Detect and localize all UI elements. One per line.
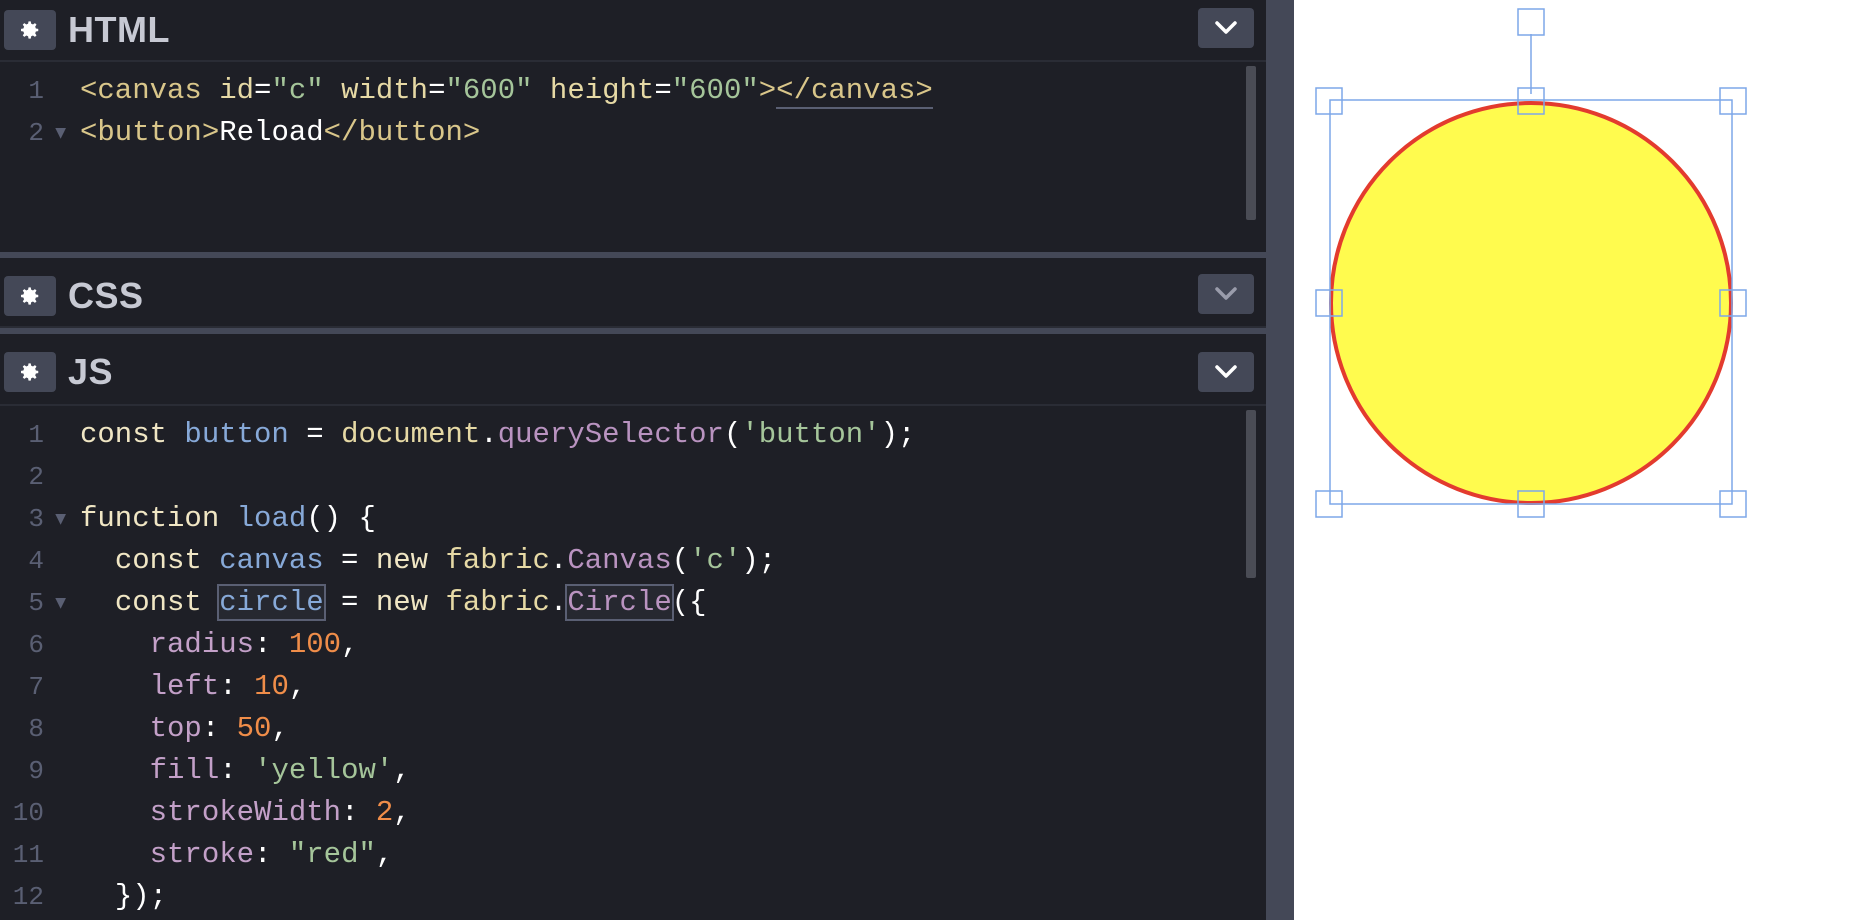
js-panel: JS 1 2 3 ▼ 4 5 ▼ 6 7 8 9 10 11 12 const bu… xyxy=(0,340,1266,920)
css-settings-button[interactable] xyxy=(4,276,56,316)
css-panel: CSS xyxy=(0,262,1266,328)
editor-area: HTML 1 2 ▼ <canvas id="c" width="600" hei… xyxy=(0,0,1266,920)
line-number: 9 xyxy=(28,756,44,786)
js-collapse-button[interactable] xyxy=(1198,352,1254,392)
line-number: 6 xyxy=(28,630,44,660)
panel-divider[interactable] xyxy=(0,252,1266,258)
html-panel: HTML 1 2 ▼ <canvas id="c" width="600" hei… xyxy=(0,0,1266,252)
line-number: 2 ▼ xyxy=(0,112,78,154)
rotation-handle[interactable] xyxy=(1517,8,1545,36)
line-number: 1 xyxy=(28,420,44,450)
gear-icon xyxy=(21,287,39,305)
line-number: 10 xyxy=(12,798,44,828)
line-number: 12 xyxy=(12,882,44,912)
css-collapse-button[interactable] xyxy=(1198,274,1254,314)
resize-handle-tr[interactable] xyxy=(1719,87,1747,115)
fold-arrow-icon[interactable]: ▼ xyxy=(55,498,66,540)
css-panel-title: CSS xyxy=(68,275,144,316)
chevron-down-icon xyxy=(1215,287,1237,300)
preview-pane xyxy=(1294,0,1874,920)
code-line: const canvas = new fabric.Canvas('c'); xyxy=(114,544,777,577)
highlighted-match: circle xyxy=(217,584,326,621)
js-panel-header: JS xyxy=(0,340,1266,406)
fold-arrow-icon[interactable]: ▼ xyxy=(55,112,66,154)
line-number: 8 xyxy=(28,714,44,744)
code-line: <button>Reload</button> xyxy=(80,116,481,149)
line-number: 1 xyxy=(28,76,44,106)
chevron-down-icon xyxy=(1215,365,1237,378)
code-lines: const button = document.querySelector('b… xyxy=(80,414,1236,918)
code-lines: <canvas id="c" width="600" height="600">… xyxy=(80,70,1236,154)
html-settings-button[interactable] xyxy=(4,10,56,50)
html-scrollbar[interactable] xyxy=(1246,66,1256,220)
highlighted-match: Circle xyxy=(565,584,674,621)
code-line: stroke: "red", xyxy=(149,838,394,871)
code-line: }); xyxy=(114,880,168,913)
line-gutter: 1 2 ▼ xyxy=(0,70,78,154)
js-code-editor[interactable]: 1 2 3 ▼ 4 5 ▼ 6 7 8 9 10 11 12 const butto… xyxy=(0,406,1266,920)
panel-divider[interactable] xyxy=(0,328,1266,334)
js-panel-title: JS xyxy=(68,351,114,392)
html-panel-title: HTML xyxy=(68,9,170,50)
html-panel-header: HTML xyxy=(0,0,1266,62)
fold-arrow-icon[interactable]: ▼ xyxy=(55,582,66,624)
js-settings-button[interactable] xyxy=(4,352,56,392)
code-line: left: 10, xyxy=(149,670,307,703)
yellow-circle[interactable] xyxy=(1329,101,1733,505)
line-number: 5 ▼ xyxy=(0,582,78,624)
code-line: strokeWidth: 2, xyxy=(149,796,411,829)
fabric-canvas[interactable] xyxy=(1294,0,1874,920)
code-line: const button = document.querySelector('b… xyxy=(80,418,916,451)
line-number: 3 ▼ xyxy=(0,498,78,540)
code-line: fill: 'yellow', xyxy=(149,754,411,787)
code-line: function load() { xyxy=(80,502,376,535)
css-panel-header: CSS xyxy=(0,262,1266,328)
line-gutter: 1 2 3 ▼ 4 5 ▼ 6 7 8 9 10 11 12 xyxy=(0,414,78,918)
resize-handle-tl[interactable] xyxy=(1315,87,1343,115)
line-number: 4 xyxy=(28,546,44,576)
line-number: 7 xyxy=(28,672,44,702)
code-line: <canvas id="c" width="600" height="600">… xyxy=(80,74,933,109)
code-line: radius: 100, xyxy=(149,628,359,661)
html-collapse-button[interactable] xyxy=(1198,8,1254,48)
line-number: 2 xyxy=(28,462,44,492)
chevron-down-icon xyxy=(1215,21,1237,34)
gear-icon xyxy=(21,363,39,381)
line-number: 11 xyxy=(12,840,44,870)
js-scrollbar[interactable] xyxy=(1246,410,1256,578)
code-line: top: 50, xyxy=(149,712,289,745)
pane-resize-divider[interactable] xyxy=(1266,0,1294,920)
html-code-editor[interactable]: 1 2 ▼ <canvas id="c" width="600" height="… xyxy=(0,62,1266,252)
code-line: const circle = new fabric.Circle({ xyxy=(114,584,707,621)
gear-icon xyxy=(21,21,39,39)
